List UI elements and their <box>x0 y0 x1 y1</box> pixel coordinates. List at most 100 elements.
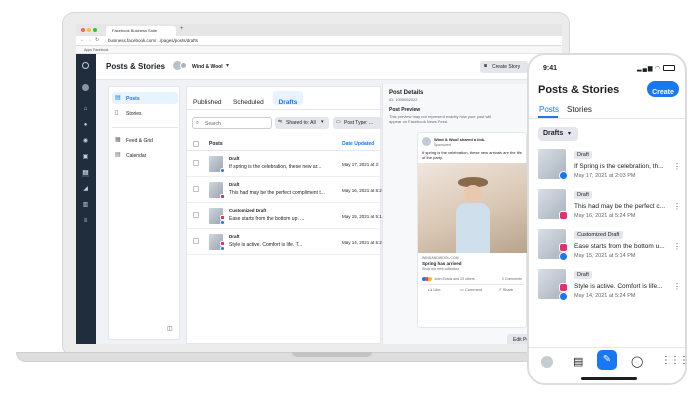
new-tab-icon[interactable]: + <box>180 26 184 32</box>
shared-to-filter[interactable]: ⇋ Shared to: All ▾ <box>275 117 329 129</box>
post-date: May 17, 2021 at 2:03 PM <box>574 173 636 179</box>
search-input[interactable]: ⌕ Search <box>192 117 272 129</box>
tab-published[interactable]: Published <box>193 91 233 106</box>
url-text[interactable]: business.facebook.com/.../pages/posts/dr… <box>108 37 198 45</box>
minimize-dot-icon[interactable] <box>87 28 91 32</box>
forward-icon[interactable]: → <box>87 37 92 43</box>
camera-icon: ◙ <box>484 63 488 69</box>
link-title[interactable]: Spring has arrived <box>422 261 462 266</box>
row-checkbox[interactable] <box>193 160 199 166</box>
link-desc: Shop our new collection <box>422 267 460 271</box>
share-button[interactable]: ↗ Share <box>498 287 513 292</box>
table-row[interactable]: Draft This had may be the perfect compli… <box>187 177 382 203</box>
table-row[interactable]: Customized Draft Ease starts from the bo… <box>187 203 382 229</box>
create-button[interactable]: Create <box>647 81 679 97</box>
more-options-icon[interactable]: ⋮ <box>673 283 681 291</box>
list-item[interactable]: Draft This had may be the perfect c... M… <box>538 189 683 229</box>
like-button[interactable]: 👍︎ Like <box>428 287 441 293</box>
tab-drafts[interactable]: Drafts <box>273 91 303 106</box>
collapse-panel-icon[interactable]: ◫ <box>167 325 173 332</box>
draft-badge: Draft <box>574 271 592 279</box>
sponsored-label: Sponsored <box>434 143 451 147</box>
inbox-tab-icon[interactable]: ◯ <box>631 355 643 368</box>
post-date: May 16, 2021 at 5:2 <box>342 188 382 193</box>
drafts-filter-label: Drafts <box>543 130 564 137</box>
row-checkbox[interactable] <box>193 212 199 218</box>
account-avatar[interactable] <box>541 356 553 368</box>
select-all-checkbox[interactable] <box>193 141 199 147</box>
bookmarks-text[interactable]: Apps Facebook <box>84 48 108 52</box>
post-type-label: Post Type: ... <box>344 120 374 126</box>
col-date-header[interactable]: Date Updated <box>342 141 374 147</box>
table-row[interactable]: Draft If spring is the celebration, thes… <box>187 151 382 177</box>
comments-count[interactable]: 2 Comments <box>502 277 522 281</box>
laptop-notch <box>292 352 372 357</box>
bookmarks-bar: Apps Facebook <box>76 46 562 54</box>
post-date: May 16, 2021 at 5:24 PM <box>574 213 636 219</box>
post-type-icon: ▭ <box>336 119 341 125</box>
phone-tab-stories[interactable]: Stories <box>567 105 592 114</box>
tab-scheduled[interactable]: Scheduled <box>233 91 273 106</box>
left-nav-item-calendar[interactable]: ▤ Calendar <box>112 149 178 161</box>
table-row[interactable]: Draft Style is active. Comfort is life. … <box>187 229 382 255</box>
meta-logo-icon[interactable] <box>82 62 89 69</box>
list-item[interactable]: Customized Draft Ease starts from the bo… <box>538 229 683 269</box>
facebook-badge-icon <box>559 252 568 261</box>
list-item[interactable]: Draft Style is active. Comfort is life..… <box>538 269 683 309</box>
face-shape <box>464 185 482 203</box>
left-nav-item-feed-grid[interactable]: ▦ Feed & Grid <box>112 134 178 146</box>
left-nav-item-posts[interactable]: ▤ Posts <box>112 92 178 104</box>
post-date: May 15, 2021 at 5:1 <box>342 214 382 219</box>
draft-badge: Draft <box>229 234 240 239</box>
reload-icon[interactable]: ↻ <box>95 37 99 43</box>
list-item[interactable]: Draft If Spring is the celebration, th..… <box>538 149 683 189</box>
browser-tab[interactable]: Facebook Business Suite <box>106 26 176 36</box>
maximize-dot-icon[interactable] <box>93 28 97 32</box>
row-checkbox[interactable] <box>193 186 199 192</box>
customized-draft-badge: Customized Draft <box>574 231 623 239</box>
inbox-icon[interactable]: ◉ <box>82 138 89 145</box>
menu-grid-icon[interactable]: ⋮⋮⋮ <box>661 355 685 366</box>
ads-icon[interactable]: ◢ <box>82 186 89 193</box>
menu-icon[interactable]: ≡ <box>82 218 89 225</box>
compose-icon[interactable]: ✎ <box>597 350 617 370</box>
more-options-icon[interactable]: ⋮ <box>673 243 681 251</box>
home-icon[interactable]: ⌂ <box>82 106 89 113</box>
account-chevron-down-icon[interactable]: ▾ <box>226 62 229 69</box>
post-text: Ease starts from the bottom up. ... <box>229 216 305 222</box>
draft-badge: Draft <box>574 191 592 199</box>
account-name[interactable]: Wind & Wool <box>192 64 223 70</box>
post-date: May 14, 2021 at 5:2 <box>342 240 382 245</box>
grid-icon: ▦ <box>115 137 121 143</box>
left-nav-label: Feed & Grid <box>126 137 153 144</box>
preview-title: Post Preview <box>389 107 421 113</box>
instagram-badge-icon <box>559 243 568 252</box>
comment-icon: ▭ <box>460 287 464 292</box>
comment-button[interactable]: ▭ Comment <box>460 287 482 292</box>
left-nav-item-stories[interactable]: ▯ Stories <box>112 107 178 119</box>
like-label: Like <box>433 287 441 292</box>
phone-tab-posts[interactable]: Posts <box>539 105 559 114</box>
back-icon[interactable]: ← <box>80 37 85 43</box>
insights-icon[interactable]: ▥ <box>82 202 89 209</box>
post-type-filter[interactable]: ▭ Post Type: ... <box>333 117 382 129</box>
close-dot-icon[interactable] <box>81 28 85 32</box>
col-posts-header[interactable]: Posts <box>209 141 223 147</box>
drafts-filter-dropdown[interactable]: Drafts ▾ <box>538 127 578 141</box>
avatar[interactable] <box>82 84 89 91</box>
ig-avatar <box>180 62 187 69</box>
posts-tab-icon[interactable]: ▤ <box>573 355 583 368</box>
chevron-down-icon: ▾ <box>568 131 572 137</box>
thumbs-up-icon: 👍︎ <box>428 287 433 292</box>
reactions-text[interactable]: John Evans and 23 others <box>434 277 475 281</box>
row-checkbox[interactable] <box>193 238 199 244</box>
create-story-button[interactable]: ◙ Create Story <box>480 61 528 73</box>
page-title: Posts & Stories <box>106 62 166 71</box>
stack-icon[interactable]: ▣ <box>82 154 89 161</box>
draft-badge: Draft <box>229 182 240 187</box>
link-domain: WINDANDWOOL.COM <box>422 256 459 260</box>
more-options-icon[interactable]: ⋮ <box>673 203 681 211</box>
posts-nav-icon[interactable]: ▤ <box>82 170 89 177</box>
notifications-icon[interactable]: ● <box>82 122 89 129</box>
more-options-icon[interactable]: ⋮ <box>673 163 681 171</box>
